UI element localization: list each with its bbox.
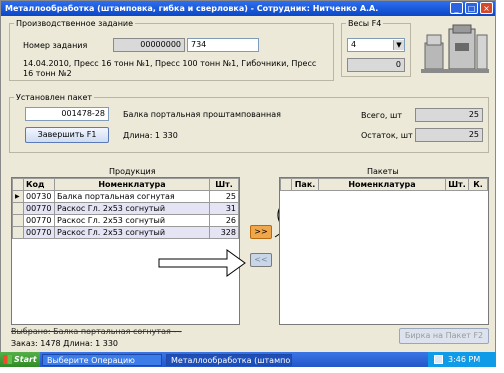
clock: 3:46 PM — [448, 355, 481, 364]
windows-logo-icon — [3, 355, 12, 364]
taskbar-item-select-operation[interactable]: Выберите Операцию — [42, 354, 162, 366]
packets-header-row: Пак. Номенклатура Шт. К. — [280, 178, 488, 191]
network-icon[interactable] — [434, 355, 443, 364]
row-code: 00770 — [23, 226, 55, 239]
packets-table-panel: Пак. Номенклатура Шт. К. — [279, 177, 489, 325]
package-group: Установлен пакет — [9, 93, 489, 153]
task-description: 14.04.2010, Пресс 16 тонн №1, Пресс 100 … — [23, 59, 317, 78]
current-row-indicator-icon: ▶ — [12, 190, 24, 203]
packets-table: Пак. Номенклатура Шт. К. — [280, 178, 488, 191]
row-indicator — [12, 226, 24, 239]
production-task-legend: Производственное задание — [16, 19, 134, 28]
complete-button[interactable]: Завершить F1 — [25, 127, 109, 143]
package-length: Длина: 1 330 — [123, 131, 178, 140]
app-window: Металлообработка (штамповка, гибка и све… — [0, 0, 496, 366]
press-machine-image — [421, 24, 489, 73]
col-qty[interactable]: Шт. — [445, 178, 469, 191]
task-number-suffix-field[interactable]: 734 — [187, 38, 259, 52]
tag-packet-button[interactable]: Бирка на Пакет F2 — [399, 328, 489, 344]
products-header-row: Код Номенклатура Шт. — [12, 178, 239, 191]
task-number-field[interactable]: 00000000 — [113, 38, 185, 52]
row-indicator — [12, 214, 24, 227]
package-code-field[interactable]: 001478-28 — [25, 107, 109, 121]
package-legend: Установлен пакет — [16, 93, 93, 102]
order-info: Заказ: 1478 Длина: 1 330 — [11, 339, 118, 348]
row-indicator-header — [12, 178, 24, 191]
minimize-button[interactable]: _ — [450, 2, 463, 14]
package-name: Балка портальная проштампованная — [123, 110, 281, 119]
col-packet[interactable]: Пак. — [291, 178, 319, 191]
scales-legend: Весы F4 — [348, 19, 382, 28]
start-label: Start — [14, 355, 37, 364]
start-button[interactable]: Start — [0, 352, 40, 367]
scales-selected: 4 — [351, 40, 357, 49]
col-code[interactable]: Код — [23, 178, 55, 191]
row-code: 00770 — [23, 202, 55, 215]
scales-value-field: 0 — [347, 58, 405, 72]
col-name[interactable]: Номенклатура — [318, 178, 446, 191]
remainder-label: Остаток, шт — [361, 131, 413, 140]
arrow-right-icon — [158, 249, 246, 277]
total-field: 25 — [415, 108, 483, 122]
window-title: Металлообработка (штамповка, гибка и све… — [5, 4, 379, 13]
chevron-down-icon[interactable]: ▼ — [393, 40, 404, 50]
remainder-field: 25 — [415, 128, 483, 142]
row-code: 00730 — [23, 190, 55, 203]
row-indicator-header — [280, 178, 292, 191]
row-indicator — [12, 202, 24, 215]
taskbar-item-metalworking[interactable]: Металлообработка (штамповка,... — [166, 354, 292, 366]
close-button[interactable]: × — [480, 2, 493, 14]
packets-title: Пакеты — [367, 167, 399, 176]
products-title: Продукция — [109, 167, 156, 176]
title-bar: Металлообработка (штамповка, гибка и све… — [1, 1, 495, 16]
col-name[interactable]: Номенклатура — [54, 178, 210, 191]
total-label: Всего, шт — [361, 111, 402, 120]
task-number-label: Номер задания — [23, 41, 88, 50]
scales-select[interactable]: 4 ▼ — [347, 38, 405, 52]
maximize-button[interactable]: □ — [465, 2, 478, 14]
col-qty[interactable]: Шт. — [209, 178, 239, 191]
col-k[interactable]: К. — [468, 178, 488, 191]
system-tray: 3:46 PM — [428, 352, 496, 367]
selected-info: Выбрано: Балка портальная согнутая - - — [11, 327, 182, 336]
row-code: 00770 — [23, 214, 55, 227]
